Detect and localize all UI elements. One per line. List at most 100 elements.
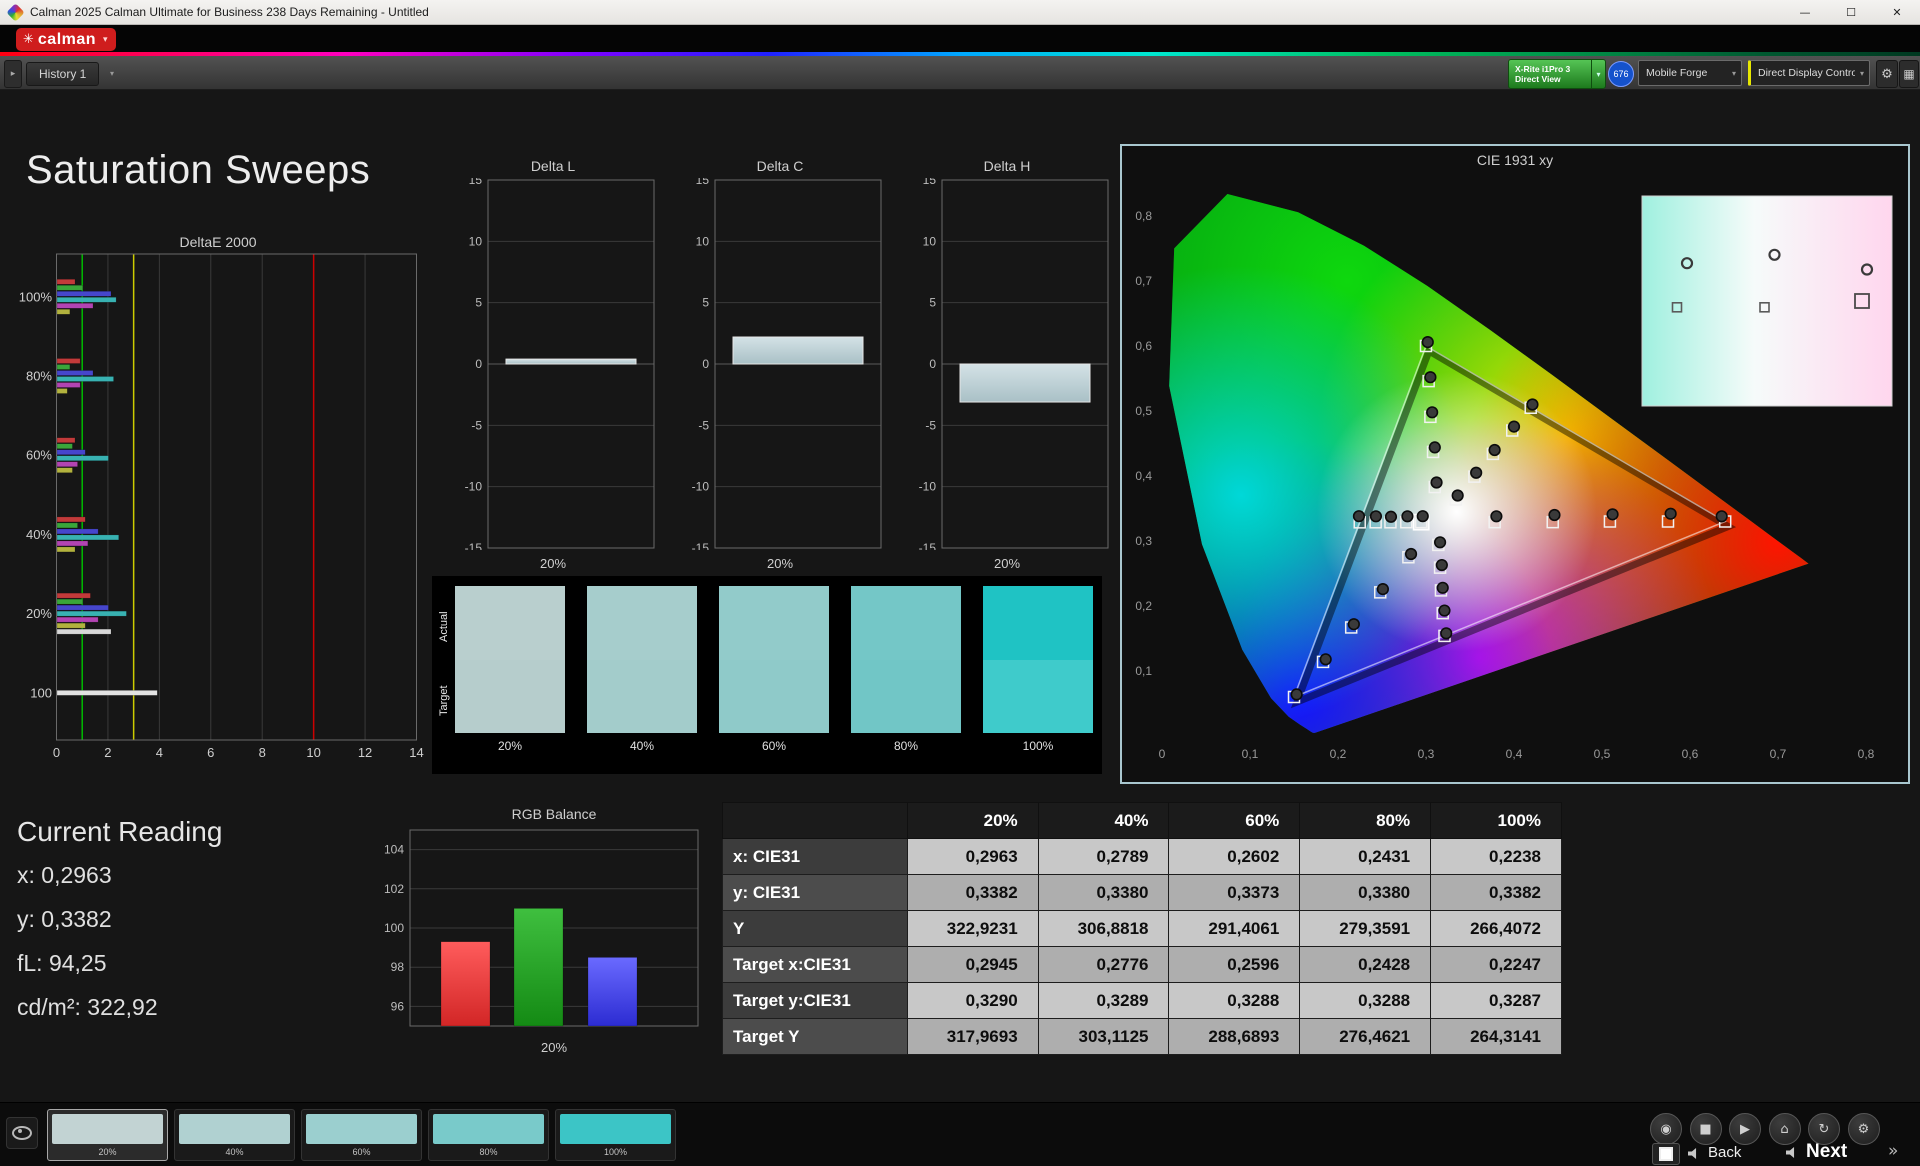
- svg-text:0,6: 0,6: [1682, 747, 1699, 761]
- measurement-table: 20% 40% 60% 80% 100% x: CIE31 0,2963 0,2789 0,26…: [722, 802, 1562, 1055]
- settings-button[interactable]: ⚙: [1847, 1113, 1880, 1145]
- table-row-label: Target y:CIE31: [722, 982, 908, 1019]
- svg-text:-5: -5: [925, 418, 936, 432]
- target-label: Target: [438, 685, 450, 717]
- swatch-label: 20%: [497, 739, 523, 753]
- close-button[interactable]: ✕: [1874, 0, 1920, 24]
- logo-menu-caret-icon[interactable]: ▾: [103, 35, 108, 45]
- svg-text:0,2: 0,2: [1330, 747, 1347, 761]
- pattern-label: 60%: [352, 1147, 371, 1157]
- svg-text:-10: -10: [692, 480, 710, 494]
- read-button[interactable]: ◉: [1650, 1113, 1682, 1145]
- table-cell: 0,3382: [906, 874, 1039, 911]
- tab-history-1[interactable]: History 1: [26, 62, 100, 86]
- delta-l-plot: 15 10 5 0 -5 -10 -15: [465, 178, 655, 550]
- play-button[interactable]: ▶: [1729, 1113, 1761, 1145]
- table-cell: 279,3591: [1299, 910, 1432, 947]
- pattern-button-40%[interactable]: 40%: [174, 1109, 295, 1161]
- tab-menu-button[interactable]: ▾: [104, 65, 120, 81]
- pattern-button-20%[interactable]: 20%: [47, 1109, 168, 1161]
- back-button[interactable]: Back: [1708, 1144, 1741, 1161]
- svg-text:-15: -15: [692, 541, 710, 550]
- window-title: Calman 2025 Calman Ultimate for Business…: [30, 5, 429, 19]
- svg-text:0,5: 0,5: [1135, 404, 1152, 418]
- home-button[interactable]: ⌂: [1768, 1113, 1801, 1145]
- display-control-dropdown[interactable]: Direct Display Control ▾: [1748, 60, 1870, 86]
- speaker-icon[interactable]: [1786, 1147, 1795, 1158]
- svg-text:-15: -15: [465, 541, 483, 550]
- pattern-button-80%[interactable]: 80%: [428, 1109, 549, 1161]
- more-button[interactable]: »: [1888, 1141, 1898, 1161]
- source-dropdown-value: Mobile Forge: [1646, 67, 1708, 79]
- table-cell: 291,4061: [1168, 910, 1301, 947]
- actual-color: [719, 586, 829, 660]
- pattern-color: [560, 1114, 671, 1144]
- svg-text:15: 15: [923, 178, 937, 187]
- pattern-window-icon: [1659, 1147, 1673, 1161]
- layout-button[interactable]: ▦: [1899, 60, 1919, 88]
- calman-logo[interactable]: ✳ calman ▾: [16, 28, 116, 51]
- svg-text:102: 102: [384, 882, 404, 896]
- panel-expand-button[interactable]: ▸: [4, 60, 22, 88]
- minimize-button[interactable]: —: [1782, 0, 1828, 24]
- chevron-down-icon: ▾: [1731, 68, 1736, 78]
- stop-button[interactable]: ■: [1689, 1113, 1722, 1145]
- sweep-swatch-100%: [983, 586, 1093, 733]
- table-cell: 276,4621: [1299, 1018, 1432, 1055]
- table-row-label: Target x:CIE31: [722, 946, 908, 983]
- svg-text:0,7: 0,7: [1770, 747, 1787, 761]
- next-button[interactable]: Next: [1806, 1141, 1847, 1163]
- delta-c-chart: Delta C 15 10 5 0 -5 -10 -15 20%: [675, 158, 885, 588]
- sweep-swatch-60%: [719, 586, 829, 733]
- table-corner: [722, 802, 908, 839]
- svg-text:104: 104: [384, 843, 404, 857]
- table-row: y: CIE31 0,3382 0,3380 0,3373 0,3380 0,3382: [722, 874, 1562, 911]
- svg-text:0,1: 0,1: [1242, 747, 1259, 761]
- source-dropdown[interactable]: Mobile Forge ▾: [1638, 60, 1742, 86]
- pattern-button-60%[interactable]: 60%: [301, 1109, 422, 1161]
- table-row-label: y: CIE31: [722, 874, 908, 911]
- table-column-header: 60%: [1168, 802, 1301, 839]
- table-row: Target Y 317,9693 303,1125 288,6893 276,4621…: [722, 1018, 1562, 1055]
- table-cell: 266,4072: [1430, 910, 1562, 947]
- cie-1931-panel: CIE 1931 xy 0 0,1 0,2 0,3 0,4 0,5 0,6 0,7 0,8 0,1…: [1120, 144, 1910, 784]
- actual-color: [983, 586, 1093, 660]
- settings-gear-button[interactable]: ⚙: [1876, 60, 1898, 88]
- pattern-button-100%[interactable]: 100%: [555, 1109, 676, 1161]
- table-cell: 288,6893: [1168, 1018, 1301, 1055]
- sweep-swatch-20%: [455, 586, 565, 733]
- sweep-swatch-80%: [851, 586, 961, 733]
- chevron-down-icon[interactable]: ▾: [1591, 60, 1605, 88]
- current-reading-value: fL: 94,25: [17, 950, 107, 976]
- table-cell: 306,8818: [1037, 910, 1170, 947]
- pattern-color: [306, 1114, 417, 1144]
- preview-toggle-button[interactable]: [6, 1117, 38, 1149]
- svg-text:6: 6: [207, 745, 214, 760]
- maximize-button[interactable]: ☐: [1828, 0, 1874, 24]
- svg-text:0,8: 0,8: [1135, 209, 1152, 223]
- app-icon: [6, 2, 25, 22]
- table-cell: 0,2428: [1299, 946, 1432, 983]
- pattern-bar: 20% 40% 60% 80% 100% ◉ ■ ▶ ⌂ ↻ ⚙ Back Next »: [0, 1102, 1920, 1166]
- rgb-balance-chart-title: RGB Balance: [511, 806, 597, 822]
- deltae2000-chart: DeltaE 2000 100% 80% 60% 40% 20% 100 0 2 4 6 8 10 12…: [8, 234, 428, 774]
- svg-text:10: 10: [469, 234, 483, 248]
- svg-text:100: 100: [384, 921, 404, 935]
- table-row-label: x: CIE31: [722, 838, 908, 875]
- meter-dropdown[interactable]: X-Rite i1Pro 3 Direct View ▾: [1508, 59, 1606, 89]
- svg-text:0: 0: [929, 357, 936, 371]
- pattern-label: 80%: [479, 1147, 498, 1157]
- pattern-window-button[interactable]: [1652, 1143, 1680, 1165]
- speaker-icon[interactable]: [1688, 1148, 1697, 1159]
- pattern-label: 20%: [98, 1147, 117, 1157]
- saturation-swatch-strip: Actual Target 20% 40% 60% 80% 100%: [432, 576, 1102, 774]
- calman-app-window: Calman 2025 Calman Ultimate for Business…: [0, 0, 1920, 1166]
- pattern-color: [433, 1114, 544, 1144]
- svg-text:100%: 100%: [19, 289, 53, 304]
- delta-l-x-label: 20%: [539, 556, 567, 571]
- swatch-label: 80%: [893, 739, 919, 753]
- table-cell: 0,2963: [906, 838, 1039, 875]
- delta-l-chart: Delta L 15 10 5 0 -5 -10 -15 20%: [448, 158, 658, 588]
- actual-color: [851, 586, 961, 660]
- delta-h-x-label: 20%: [993, 556, 1021, 571]
